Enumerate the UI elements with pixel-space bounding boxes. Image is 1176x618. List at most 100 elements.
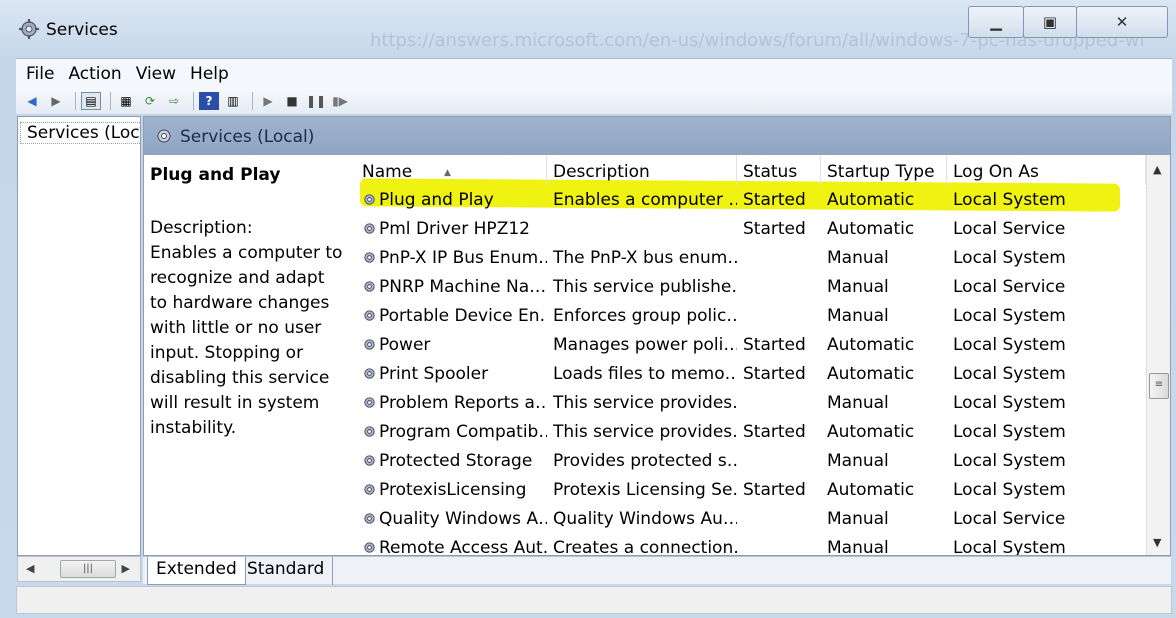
cell-log-on-as-text: Local System	[953, 537, 1066, 556]
menu-file[interactable]: File	[26, 64, 54, 84]
cell-startup-type-text: Automatic	[827, 334, 915, 355]
scroll-thumb[interactable]: ≡	[1149, 373, 1169, 399]
cell-description: Quality Windows Au…	[547, 509, 737, 529]
show-console-tree-icon[interactable]: ▤	[81, 92, 101, 110]
cell-startup-type: Manual	[821, 248, 947, 268]
cell-status: Started	[737, 219, 821, 239]
cell-startup-type-text: Manual	[827, 537, 889, 556]
title-bar[interactable]: Services https://answers.microsoft.com/e…	[0, 0, 1176, 56]
cell-name-text: Program Compatib…	[379, 421, 547, 442]
service-gear-icon	[364, 455, 375, 466]
tab-extended[interactable]: Extended	[147, 557, 246, 585]
menu-help[interactable]: Help	[190, 64, 229, 84]
cell-description: Provides protected s…	[547, 451, 737, 471]
service-gear-icon	[364, 484, 375, 495]
column-header-status[interactable]: Status	[737, 155, 821, 185]
table-row[interactable]: Program Compatib… This service provides… S…	[356, 417, 1146, 446]
cell-log-on-as-text: Local Service	[953, 218, 1066, 239]
help-icon[interactable]: ?	[199, 92, 219, 110]
refresh-icon[interactable]: ⟳	[140, 92, 160, 110]
services-content-pane: Services (Local) Plug and Play Descripti…	[143, 116, 1171, 556]
table-row[interactable]: Print Spooler Loads files to memo… Started…	[356, 359, 1146, 388]
tab-standard[interactable]: Standard	[239, 557, 334, 585]
stop-service-icon[interactable]: ■	[282, 92, 302, 110]
cell-startup-type-text: Manual	[827, 508, 889, 529]
scroll-right-icon[interactable]: ▶	[122, 562, 130, 575]
minimize-button[interactable]: ▁	[968, 6, 1024, 38]
action-pane-icon[interactable]: ▥	[223, 92, 243, 110]
toolbar-separator	[75, 92, 76, 110]
column-header-description[interactable]: Description	[547, 155, 737, 185]
tree-item-services-local[interactable]: Services (Local)	[20, 122, 140, 144]
cell-log-on-as-text: Local System	[953, 479, 1066, 500]
cell-description: Loads files to memo…	[547, 364, 737, 384]
cell-description-text: Loads files to memo…	[553, 363, 737, 384]
cell-startup-type: Automatic	[821, 190, 947, 210]
back-arrow-icon[interactable]: ◀	[22, 92, 42, 110]
table-row[interactable]: Protected Storage Provides protected s… Ma…	[356, 446, 1146, 475]
cell-name-text: ProtexisLicensing	[379, 479, 527, 500]
table-row[interactable]: Problem Reports a… This service provides……	[356, 388, 1146, 417]
table-row[interactable]: PnP-X IP Bus Enum… The PnP-X bus enum… Man…	[356, 243, 1146, 272]
properties-icon[interactable]: ▦	[116, 92, 136, 110]
restart-service-icon[interactable]: ▮▶	[330, 92, 350, 110]
console-tree: Services (Local)	[17, 116, 141, 556]
pause-service-icon[interactable]: ❚❚	[306, 92, 326, 110]
scroll-down-icon[interactable]: ▼	[1153, 536, 1161, 549]
cell-startup-type: Automatic	[821, 219, 947, 239]
cell-log-on-as: Local System	[947, 422, 1146, 442]
table-row[interactable]: ProtexisLicensing Protexis Licensing Se… S…	[356, 475, 1146, 504]
tree-horizontal-scrollbar[interactable]: ◀ ||| ▶	[17, 556, 141, 582]
table-row[interactable]: Remote Access Aut… Creates a connection… M…	[356, 533, 1146, 556]
service-gear-icon	[364, 368, 375, 379]
table-row[interactable]: PNRP Machine Na… This service publishe… Ma…	[356, 272, 1146, 301]
cell-log-on-as-text: Local System	[953, 363, 1066, 384]
cell-description-text: Provides protected s…	[553, 450, 737, 471]
close-button[interactable]: ✕	[1076, 6, 1168, 38]
view-tabs: Extended Standard	[143, 556, 1171, 585]
table-row[interactable]: Quality Windows A… Quality Windows Au… Man…	[356, 504, 1146, 533]
cell-name-text: Remote Access Aut…	[379, 537, 547, 556]
column-header-startup-type[interactable]: Startup Type	[821, 155, 947, 185]
cell-description-text: Creates a connection…	[553, 537, 737, 556]
export-list-icon[interactable]: ⇨	[164, 92, 184, 110]
menu-view[interactable]: View	[136, 64, 176, 84]
table-row[interactable]: Portable Device En… Enforces group polic……	[356, 301, 1146, 330]
start-service-icon[interactable]: ▶	[258, 92, 278, 110]
cell-startup-type-text: Automatic	[827, 421, 915, 442]
table-row[interactable]: Plug and Play Enables a computer … Started…	[356, 185, 1146, 214]
cell-log-on-as: Local Service	[947, 277, 1146, 297]
scroll-up-icon[interactable]: ▲	[1153, 163, 1161, 176]
column-header-log-on-as[interactable]: Log On As	[947, 155, 1146, 185]
service-gear-icon	[364, 513, 375, 524]
cell-log-on-as: Local System	[947, 248, 1146, 268]
cell-name-text: Power	[379, 334, 431, 355]
menu-action[interactable]: Action	[68, 64, 121, 84]
column-header-name[interactable]: ▲ Name	[356, 155, 547, 185]
cell-log-on-as-text: Local Service	[953, 276, 1066, 297]
close-icon: ✕	[1115, 13, 1129, 31]
service-gear-icon	[364, 223, 375, 234]
cell-status-text: Started	[743, 189, 806, 210]
cell-startup-type: Manual	[821, 393, 947, 413]
service-gear-icon	[364, 281, 375, 292]
cell-log-on-as-text: Local System	[953, 247, 1066, 268]
table-row[interactable]: Power Manages power poli… Started Automatic…	[356, 330, 1146, 359]
column-label: Log On As	[953, 162, 1039, 182]
table-row[interactable]: Pml Driver HPZ12 Started Automatic Local Se…	[356, 214, 1146, 243]
status-bar	[16, 586, 1172, 614]
forward-arrow-icon[interactable]: ▶	[46, 92, 66, 110]
maximize-button[interactable]: ▣	[1023, 6, 1077, 38]
scroll-thumb[interactable]: |||	[60, 560, 116, 578]
cell-status-text: Started	[743, 334, 806, 355]
scroll-left-icon[interactable]: ◀	[26, 562, 34, 575]
service-gear-icon	[364, 397, 375, 408]
tree-item-label: Services (Local)	[27, 123, 140, 143]
cell-log-on-as: Local System	[947, 364, 1146, 384]
cell-startup-type: Manual	[821, 537, 947, 556]
cell-description: This service provides…	[547, 422, 737, 442]
cell-description-text: This service provides…	[553, 392, 737, 413]
cell-log-on-as: Local System	[947, 537, 1146, 556]
cell-status: Started	[737, 190, 821, 210]
table-vertical-scrollbar[interactable]: ▲ ≡ ▼	[1146, 155, 1170, 555]
